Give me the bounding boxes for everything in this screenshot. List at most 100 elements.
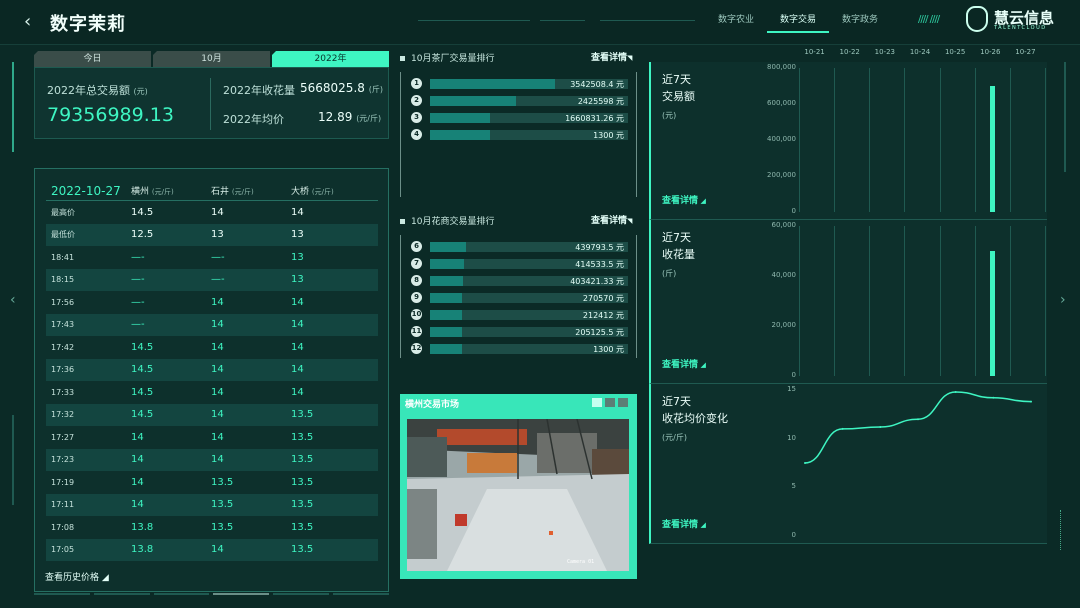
price-cell: 12.5	[131, 229, 154, 241]
chart-panel-2: 近7天 收花量 (斤) 查看详情 ◢ 60,000 40,000 20,000 0	[649, 220, 1047, 384]
ranking-row: 4 1300 元	[411, 129, 628, 141]
price-cell: 13.8	[131, 521, 154, 533]
flower-ranking-list: 6 439793.5 元 7 414533.5 元 8 403421.33 元 9 27057…	[400, 235, 637, 358]
left-chevron-icon: ‹	[10, 292, 16, 308]
line-data-point[interactable]	[954, 390, 957, 393]
detail-link-text: 查看详情	[591, 53, 628, 63]
right-edge-decoration	[1064, 62, 1066, 172]
harvest-value: 5668025.8 (斤)	[300, 81, 383, 95]
flower-ranking-detail-link[interactable]: 查看详情◥	[591, 213, 632, 226]
table-row: 最低价 12.5 13 13	[46, 223, 378, 246]
video-title: 横州交易市场	[405, 400, 460, 410]
chart-detail-link[interactable]: 查看详情 ◢	[662, 193, 706, 206]
company-logo: 慧云信息 TALENTCLOUD	[966, 6, 1070, 36]
chart-panel-1: 近7天 交易额 (元) 查看详情 ◢ 800,000 600,000 400,000 200,…	[649, 62, 1047, 220]
ranking-value: 212412 元	[582, 311, 624, 320]
ranking-value: 439793.5 元	[575, 243, 624, 252]
ranking-bar-track: 403421.33 元	[430, 276, 628, 286]
y-axis-tick-label: 600,000	[767, 99, 796, 107]
grid-line	[799, 226, 800, 376]
total-trade-unit: (元)	[133, 87, 148, 96]
panel-bottom-decoration	[34, 593, 389, 595]
nav-tab-trade[interactable]: 数字交易	[767, 12, 829, 33]
price-cell: 14	[211, 544, 224, 556]
x-axis-date-label: 10-25	[944, 48, 966, 56]
chart-bar[interactable]	[989, 251, 995, 376]
line-data-point[interactable]	[879, 425, 882, 428]
harvest-value-text: 5668025.8	[300, 81, 365, 95]
tea-ranking-detail-link[interactable]: 查看详情◥	[591, 50, 632, 63]
price-cell: 14.5	[131, 386, 154, 398]
line-data-point[interactable]	[804, 462, 806, 464]
detail-link-text: 查看详情	[662, 360, 699, 370]
tab-today[interactable]: 今日	[34, 51, 151, 67]
period-tabs: 今日 10月 2022年	[34, 51, 389, 67]
back-arrow-icon[interactable]: ‹	[24, 12, 38, 32]
chart-title-line2: 收花量	[662, 248, 695, 261]
y-axis-tick-label: 20,000	[771, 321, 797, 329]
col-unit: (元/斤)	[311, 188, 334, 196]
date-axis-header: 10-21 10-22 10-23 10-24 10-25 10-26 10-27	[649, 42, 1047, 62]
video-view-2-button[interactable]	[605, 398, 615, 407]
price-cell: 14	[131, 431, 144, 443]
line-data-point[interactable]	[1030, 400, 1032, 403]
line-data-point[interactable]	[917, 418, 919, 421]
line-data-point[interactable]	[992, 396, 995, 399]
main-nav: 数字农业 数字交易 数字政务	[705, 12, 891, 33]
y-axis-tick-label: 0	[791, 207, 796, 215]
ranking-bar-fill	[430, 113, 490, 123]
row-label: 17:27	[51, 432, 75, 442]
ranking-bar-fill	[430, 130, 490, 140]
header-bar: ‹ 数字茉莉 数字农业 数字交易 数字政务 //// //// 慧云信息 TAL…	[0, 0, 1080, 44]
price-table-panel: 2022-10-27 横州 (元/斤) 石井 (元/斤) 大桥 (元/斤) 最高…	[34, 168, 389, 592]
chart-detail-link[interactable]: 查看详情 ◢	[662, 357, 706, 370]
stripes-decoration-icon: //// ////	[918, 14, 940, 25]
nav-tab-government[interactable]: 数字政务	[829, 12, 891, 33]
grid-line	[834, 68, 836, 212]
ranking-bar-fill	[430, 310, 462, 320]
ranking-bar-fill	[430, 276, 464, 286]
table-row: 最高价 14.5 14 14	[46, 201, 378, 224]
camera-label: Camera 01	[567, 559, 595, 565]
price-cell: 14	[131, 476, 144, 488]
col-unit: (元/斤)	[231, 188, 254, 196]
ranking-row: 2 2425598 元	[411, 95, 628, 107]
table-row: 17:56 —- 14 14	[46, 291, 378, 314]
price-cell: 14	[291, 296, 304, 308]
video-view-3-button[interactable]	[618, 398, 628, 407]
ranking-value: 270570 元	[582, 294, 624, 303]
line-data-point[interactable]	[841, 427, 844, 430]
ranking-row: 8 403421.33 元	[411, 275, 628, 287]
video-view-1-button[interactable]	[592, 398, 602, 407]
price-cell: 14	[211, 409, 224, 421]
header-divider	[600, 20, 695, 21]
table-date: 2022-10-27	[51, 183, 121, 198]
camera-feed[interactable]: Camera 01	[407, 419, 629, 571]
tab-year[interactable]: 2022年	[272, 51, 389, 67]
price-cell: 14	[131, 454, 144, 466]
corner-arrow-icon: ◥	[627, 54, 633, 62]
table-row: 17:42 14.5 14 14	[46, 336, 378, 359]
price-cell: 14	[291, 364, 304, 376]
rank-number-badge: 4	[411, 129, 422, 140]
ranking-row: 3 1660831.26 元	[411, 112, 628, 124]
col-name: 横州	[131, 187, 150, 197]
price-cell: 14.5	[131, 341, 154, 353]
row-label: 最高价	[51, 207, 75, 217]
price-cell: 14	[211, 454, 224, 466]
table-header: 2022-10-27 横州 (元/斤) 石井 (元/斤) 大桥 (元/斤)	[46, 181, 378, 201]
grid-line	[834, 226, 836, 376]
ranking-row: 9 270570 元	[411, 292, 628, 304]
ranking-value: 2425598 元	[577, 97, 624, 106]
price-cell: 14	[211, 296, 224, 308]
chart-bar[interactable]	[989, 86, 995, 212]
view-history-price-link[interactable]: 查看历史价格 ◢	[45, 570, 109, 583]
tab-month[interactable]: 10月	[153, 51, 270, 67]
nav-tab-agriculture[interactable]: 数字农业	[705, 12, 767, 33]
rank-number-badge: 7	[411, 258, 422, 269]
table-row: 17:05 13.8 14 13.5	[46, 538, 378, 561]
col-header-hengzhou: 横州 (元/斤)	[131, 184, 211, 197]
price-cell: 14.5	[131, 206, 154, 218]
price-cell: 13.5	[291, 499, 314, 511]
ranking-bar-track: 212412 元	[430, 310, 628, 320]
